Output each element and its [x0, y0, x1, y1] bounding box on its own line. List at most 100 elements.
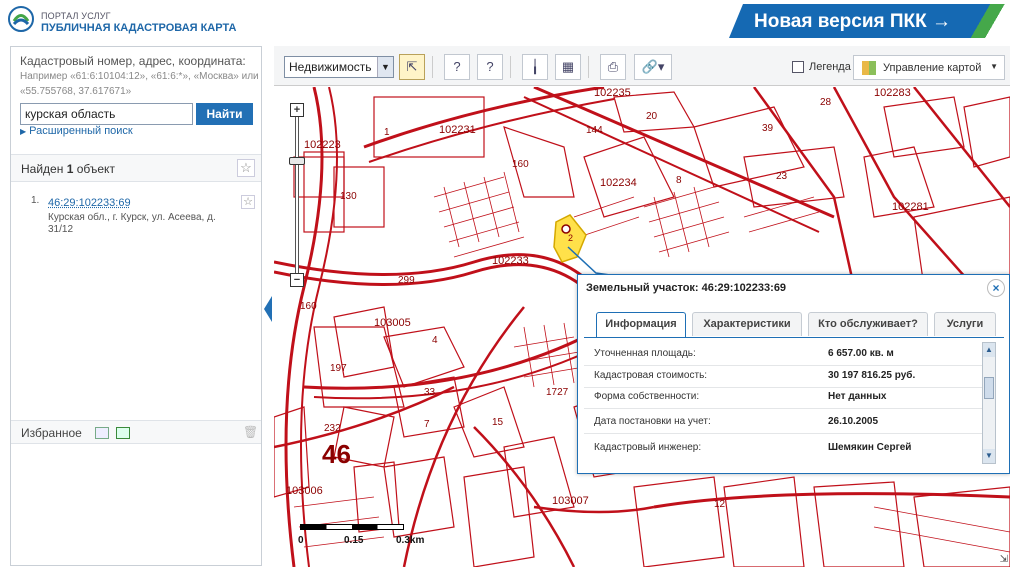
- link-button[interactable]: 🔗▾: [634, 54, 672, 80]
- header: ПОРТАЛ УСЛУГ ПУБЛИЧНАЯ КАДАСТРОВАЯ КАРТА…: [0, 0, 1010, 44]
- scale-label-0: 0: [298, 535, 304, 546]
- map-label: 15: [492, 417, 504, 428]
- map-label: 39: [762, 123, 774, 134]
- zoom-slider-track[interactable]: [295, 115, 299, 275]
- search-button[interactable]: Найти: [196, 103, 253, 125]
- found-count: 1: [66, 162, 74, 176]
- trash-icon[interactable]: 🗑: [243, 425, 258, 439]
- scale-bar: 0 0.15 0.3km: [298, 524, 430, 554]
- info-value: 26.10.2005: [828, 416, 879, 427]
- map-label: 33: [424, 387, 436, 398]
- toolbar-divider: [510, 56, 511, 78]
- scroll-thumb[interactable]: [984, 377, 994, 399]
- map-control-dropdown[interactable]: Управление картой ▼: [853, 55, 1005, 80]
- parcel-info-popup: Земельный участок: 46:29:102233:69 × Инф…: [577, 274, 1010, 474]
- left-panel: Кадастровый номер, адрес, координата: На…: [10, 46, 262, 566]
- portal-logo-icon[interactable]: [8, 6, 34, 32]
- info-label: Дата постановки на учет:: [594, 416, 711, 427]
- measure-length-button[interactable]: ╽: [522, 54, 548, 80]
- map-label: 103005: [374, 317, 411, 329]
- tab-services[interactable]: Услуги: [934, 312, 996, 336]
- map-label: 130: [340, 191, 357, 202]
- select-pointer-button[interactable]: ⇱: [399, 54, 425, 80]
- map-label: 28: [820, 97, 832, 108]
- scale-label-2: 0.3km: [396, 535, 425, 546]
- measure-area-button[interactable]: ▦: [555, 54, 581, 80]
- result-list: 1. 46:29:102233:69 Курская обл., г. Курс…: [11, 187, 261, 237]
- scroll-up-icon[interactable]: ▲: [983, 343, 995, 357]
- tab-information[interactable]: Информация: [596, 312, 686, 337]
- info-row: Кадастровый инженер: Шемякин Сергей: [584, 436, 984, 460]
- search-title: Кадастровый номер, адрес, координата:: [20, 54, 246, 68]
- legend-checkbox[interactable]: [792, 61, 804, 73]
- triangle-right-icon: ▶: [20, 127, 27, 136]
- layers-icon: [862, 61, 876, 75]
- info-button[interactable]: ?: [477, 54, 503, 80]
- info-value: Шемякин Сергей: [828, 442, 912, 453]
- map-label: 23: [776, 171, 788, 182]
- info-label: Кадастровый инженер:: [594, 442, 702, 453]
- print-button[interactable]: ⎙: [600, 54, 626, 80]
- map-label: 2: [568, 233, 574, 243]
- star-icon[interactable]: ☆: [241, 195, 255, 209]
- map-label: 197: [330, 363, 347, 374]
- resize-grip-icon[interactable]: ⇲: [1000, 554, 1008, 565]
- portal-name: ПОРТАЛ УСЛУГ: [41, 11, 111, 21]
- star-icon[interactable]: ☆: [237, 159, 255, 177]
- result-link[interactable]: 46:29:102233:69: [48, 197, 131, 209]
- info-row: Уточненная площадь: 6 657.00 кв. м: [584, 342, 984, 366]
- favorites-header: Избранное 🗑: [11, 420, 261, 444]
- list-item[interactable]: 1. 46:29:102233:69 Курская обл., г. Курс…: [11, 187, 261, 237]
- legend-label: Легенда: [809, 61, 851, 73]
- result-number: 1.: [31, 195, 40, 206]
- zoom-out-button[interactable]: −: [290, 273, 304, 287]
- collapse-panel-handle[interactable]: [264, 296, 272, 322]
- close-icon[interactable]: ×: [987, 279, 1005, 297]
- info-value: 6 657.00 кв. м: [828, 348, 894, 359]
- zoom-control: + −: [289, 103, 305, 289]
- tab-characteristics[interactable]: Характеристики: [692, 312, 802, 336]
- map-label: 1: [384, 127, 390, 138]
- map-label: 160: [300, 301, 317, 312]
- layer-select-value: Недвижимость: [289, 60, 372, 74]
- map-label: 102231: [439, 124, 476, 136]
- results-header: Найден 1 объект ☆: [11, 154, 261, 182]
- popup-title: Земельный участок: 46:29:102233:69: [586, 282, 787, 294]
- map-label: 12: [714, 499, 726, 510]
- map-label: 4: [432, 335, 438, 346]
- tab-who-serves[interactable]: Кто обслуживает?: [808, 312, 928, 336]
- search-hint: Кадастровый номер, адрес, координата: На…: [20, 54, 260, 99]
- identify-button[interactable]: ?: [444, 54, 470, 80]
- popup-scrollbar[interactable]: ▲ ▼: [982, 342, 996, 464]
- info-label: Уточненная площадь:: [594, 348, 696, 359]
- info-label: Форма собственности:: [594, 391, 700, 402]
- search-example: Например «61:6:10104:12», «61:6:*», «Мос…: [20, 71, 259, 97]
- map-label: 160: [512, 159, 529, 170]
- map-label: 102283: [874, 87, 911, 99]
- map-label: 144: [586, 125, 603, 136]
- chevron-down-icon: ▼: [990, 62, 998, 71]
- map-label: 8: [676, 175, 682, 186]
- map-label: 102233: [492, 255, 529, 267]
- search-input[interactable]: [20, 103, 193, 125]
- scale-graphic: [300, 524, 404, 530]
- map-label: 7: [424, 419, 430, 430]
- info-value: 30 197 816.25 руб.: [828, 370, 916, 381]
- map-label: 1727: [546, 387, 569, 398]
- excel-export-icon[interactable]: [116, 427, 130, 439]
- toolbar-divider: [432, 56, 433, 78]
- map-label: 299: [398, 275, 415, 286]
- found-prefix: Найден: [21, 162, 64, 176]
- zoom-in-button[interactable]: +: [290, 103, 304, 117]
- advanced-search-link[interactable]: ▶ Расширенный поиск: [20, 125, 133, 137]
- layer-select[interactable]: Недвижимость ▼: [284, 56, 394, 78]
- zoom-slider-handle[interactable]: [289, 157, 305, 165]
- map-label: 102223: [304, 139, 341, 151]
- info-row: Форма собственности: Нет данных: [584, 385, 984, 409]
- new-version-banner[interactable]: Новая версия ПКК →: [729, 4, 1010, 38]
- map-label: 103006: [286, 485, 323, 497]
- scroll-down-icon[interactable]: ▼: [983, 449, 995, 463]
- export-icon[interactable]: [95, 427, 109, 439]
- page-title[interactable]: ПУБЛИЧНАЯ КАДАСТРОВАЯ КАРТА: [41, 22, 236, 34]
- popup-tabs: Информация Характеристики Кто обслуживае…: [586, 312, 1006, 337]
